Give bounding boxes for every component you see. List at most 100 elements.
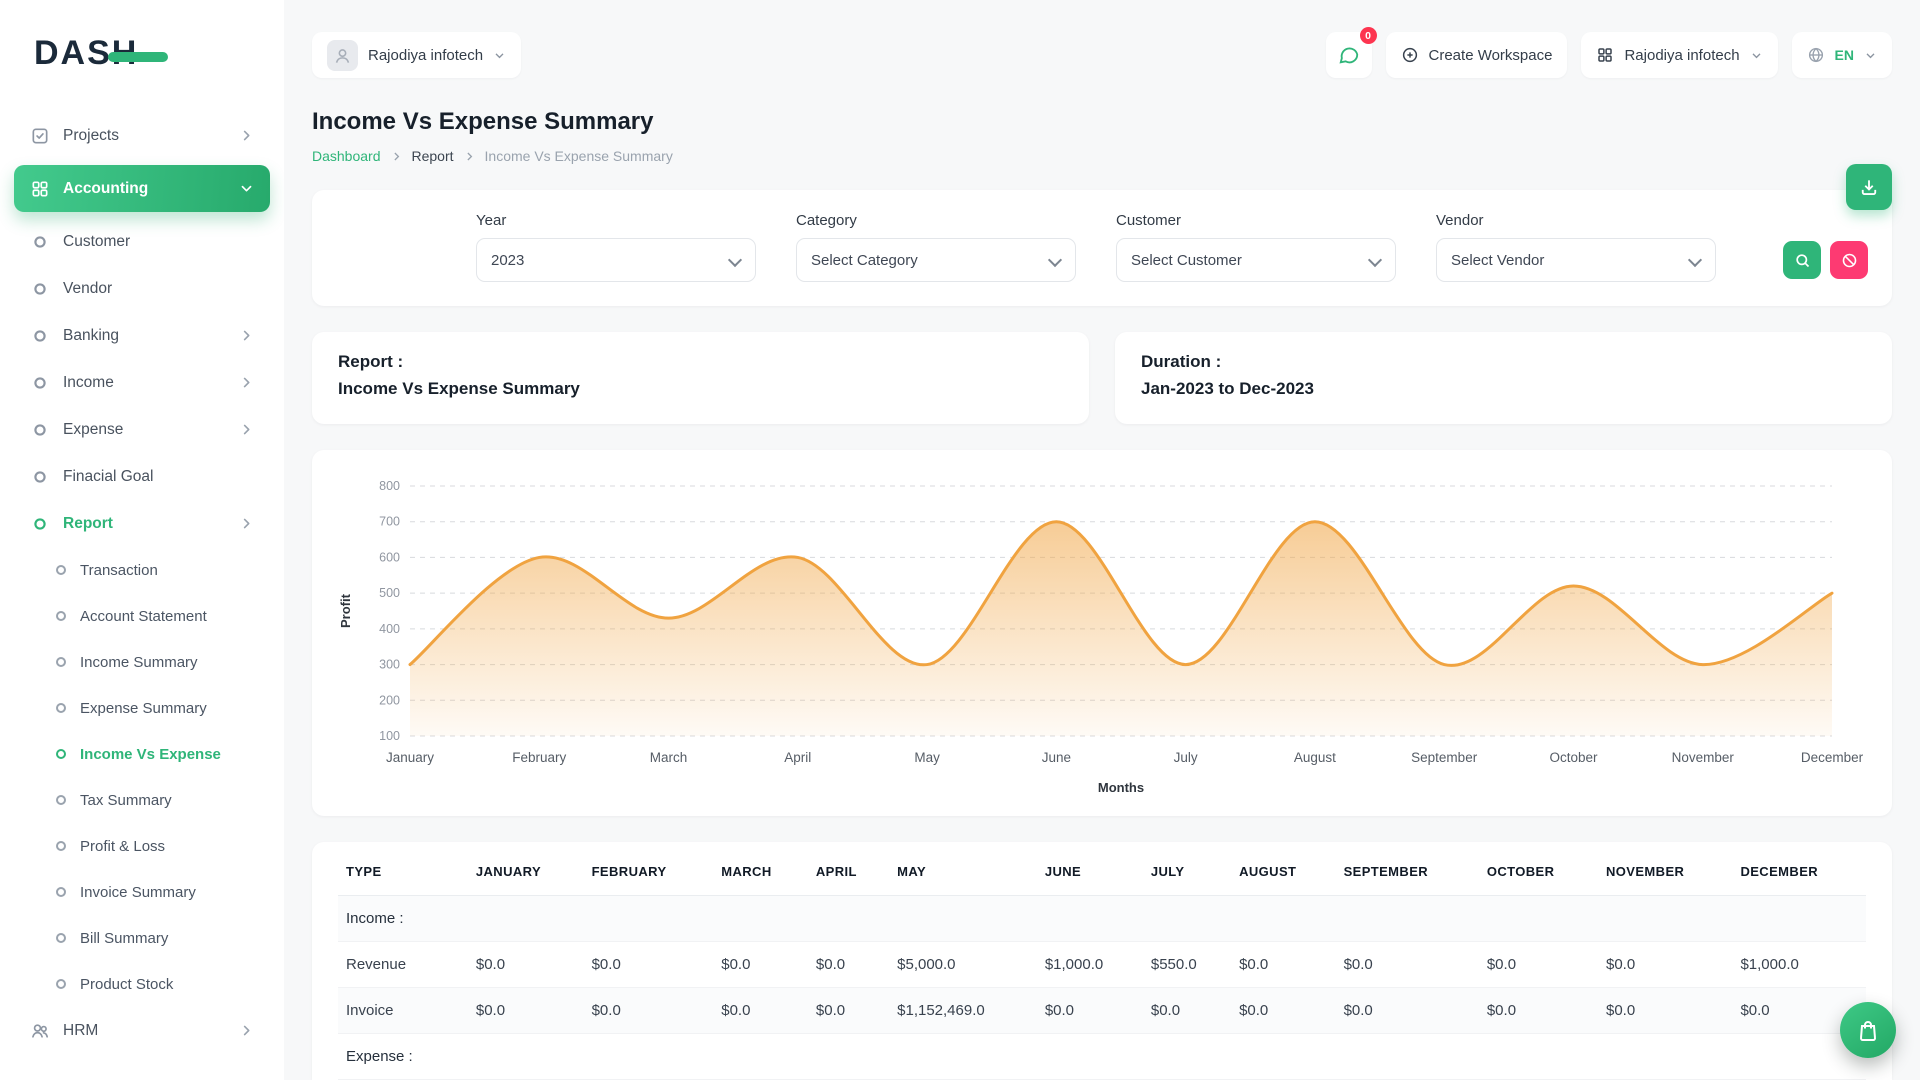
ring-icon — [30, 373, 50, 393]
table-header-type: TYPE — [338, 846, 468, 896]
row-value: $1,000.0 — [1732, 942, 1866, 988]
table-header-december: DECEMBER — [1732, 846, 1866, 896]
ring-icon — [56, 887, 66, 897]
brand-dash-mark — [108, 52, 168, 62]
sidebar-item-expense[interactable]: Expense — [14, 406, 270, 453]
row-value: $0.0 — [713, 942, 808, 988]
summary-row: Report : Income Vs Expense Summary Durat… — [312, 332, 1892, 424]
svg-text:July: July — [1174, 750, 1198, 765]
row-type: Revenue — [338, 942, 468, 988]
sidebar-subitem-product-stock[interactable]: Product Stock — [14, 961, 270, 1007]
sidebar-subitem-tax-summary[interactable]: Tax Summary — [14, 777, 270, 823]
workspace-avatar — [327, 40, 358, 71]
sidebar-subitem-label: Expense Summary — [80, 700, 207, 717]
sidebar-item-customer[interactable]: Customer — [14, 218, 270, 265]
sidebar-subitem-transaction[interactable]: Transaction — [14, 547, 270, 593]
sidebar-item-hrm[interactable]: HRM — [14, 1007, 270, 1054]
buy-now-fab[interactable] — [1840, 1002, 1896, 1058]
svg-text:August: August — [1294, 750, 1336, 765]
sidebar-item-banking[interactable]: Banking — [14, 312, 270, 359]
sidebar-item-accounting[interactable]: Accounting — [14, 165, 270, 212]
table-header-september: SEPTEMBER — [1336, 846, 1479, 896]
check-square-icon — [30, 126, 50, 146]
sidebar-item-vendor[interactable]: Vendor — [14, 265, 270, 312]
sidebar-item-label: Finacial Goal — [63, 468, 153, 486]
chevron-right-icon — [239, 128, 254, 143]
svg-text:September: September — [1411, 750, 1478, 765]
create-workspace-button[interactable]: Create Workspace — [1386, 32, 1568, 78]
language-selector[interactable]: EN — [1792, 32, 1892, 78]
sidebar-subitem-income-vs-expense[interactable]: Income Vs Expense — [14, 731, 270, 777]
apply-filter-button[interactable] — [1783, 241, 1821, 279]
customer-select[interactable]: Select Customer — [1116, 238, 1396, 282]
svg-text:March: March — [650, 750, 688, 765]
sidebar-subitem-profit-loss[interactable]: Profit & Loss — [14, 823, 270, 869]
globe-icon — [1807, 46, 1825, 64]
chevron-right-icon — [463, 150, 476, 163]
filter-card: Year 2023 Category Select Category Custo… — [312, 190, 1892, 306]
row-value: $0.0 — [808, 988, 889, 1034]
svg-text:May: May — [914, 750, 940, 765]
app-root: DASH Projects Accounting Customer Vendor… — [0, 0, 1920, 1080]
workspace-selector[interactable]: Rajodiya infotech — [312, 32, 521, 78]
brand-logo[interactable]: DASH — [0, 26, 284, 112]
chat-icon — [1338, 44, 1360, 66]
chevron-right-icon — [239, 328, 254, 343]
category-select[interactable]: Select Category — [796, 238, 1076, 282]
sidebar-subitem-label: Profit & Loss — [80, 838, 165, 855]
row-value: $0.0 — [1479, 988, 1598, 1034]
main-content: Rajodiya infotech 0 Create Workspace — [284, 0, 1920, 1080]
sidebar-item-label: Projects — [63, 127, 119, 145]
row-value: $0.0 — [1598, 988, 1732, 1034]
duration-card-value: Jan-2023 to Dec-2023 — [1141, 379, 1866, 399]
table-section-label: Income : — [338, 896, 1866, 942]
sidebar-item-finacial-goal[interactable]: Finacial Goal — [14, 453, 270, 500]
sidebar-item-projects[interactable]: Projects — [14, 112, 270, 159]
breadcrumb-current: Income Vs Expense Summary — [485, 148, 673, 164]
sidebar-item-report[interactable]: Report — [14, 500, 270, 547]
row-value: $0.0 — [1598, 942, 1732, 988]
sidebar-item-label: Income — [63, 374, 114, 392]
table-row-revenue: Revenue$0.0$0.0$0.0$0.0$5,000.0$1,000.0$… — [338, 942, 1866, 988]
svg-text:January: January — [386, 750, 434, 765]
svg-text:400: 400 — [379, 622, 400, 636]
breadcrumb-dashboard[interactable]: Dashboard — [312, 148, 381, 164]
row-value: $0.0 — [1231, 942, 1335, 988]
ring-icon — [30, 420, 50, 440]
sidebar-subitem-invoice-summary[interactable]: Invoice Summary — [14, 869, 270, 915]
row-value: $0.0 — [1037, 988, 1143, 1034]
svg-text:October: October — [1549, 750, 1598, 765]
company-selector[interactable]: Rajodiya infotech — [1581, 32, 1777, 78]
chevron-down-icon — [1864, 49, 1877, 62]
sidebar-subitem-expense-summary[interactable]: Expense Summary — [14, 685, 270, 731]
sidebar-item-income[interactable]: Income — [14, 359, 270, 406]
sidebar-subitem-income-summary[interactable]: Income Summary — [14, 639, 270, 685]
ring-icon — [56, 933, 66, 943]
chevron-right-icon — [390, 150, 403, 163]
sidebar-subitem-bill-summary[interactable]: Bill Summary — [14, 915, 270, 961]
breadcrumb: Dashboard Report Income Vs Expense Summa… — [312, 148, 1892, 164]
ring-icon — [56, 703, 66, 713]
sidebar-subitem-label: Transaction — [80, 562, 158, 579]
reset-filter-button[interactable] — [1830, 241, 1868, 279]
messenger-button[interactable]: 0 — [1326, 32, 1372, 78]
year-select[interactable]: 2023 — [476, 238, 756, 282]
ring-icon — [56, 841, 66, 851]
ring-icon — [30, 232, 50, 252]
row-value: $1,000.0 — [1037, 942, 1143, 988]
sidebar-subitem-account-statement[interactable]: Account Statement — [14, 593, 270, 639]
users-icon — [30, 1021, 50, 1041]
download-button[interactable] — [1846, 164, 1892, 210]
table-section-row: Expense : — [338, 1034, 1866, 1080]
table-section-row: Income : — [338, 896, 1866, 942]
row-value: $0.0 — [1336, 988, 1479, 1034]
row-value: $0.0 — [1479, 942, 1598, 988]
row-value: $0.0 — [1231, 988, 1335, 1034]
breadcrumb-report[interactable]: Report — [412, 148, 454, 164]
row-value: $0.0 — [584, 942, 714, 988]
row-type: Invoice — [338, 988, 468, 1034]
vendor-select[interactable]: Select Vendor — [1436, 238, 1716, 282]
reset-filter-icon — [1841, 252, 1858, 269]
table-header-february: FEBRUARY — [584, 846, 714, 896]
table-header-march: MARCH — [713, 846, 808, 896]
